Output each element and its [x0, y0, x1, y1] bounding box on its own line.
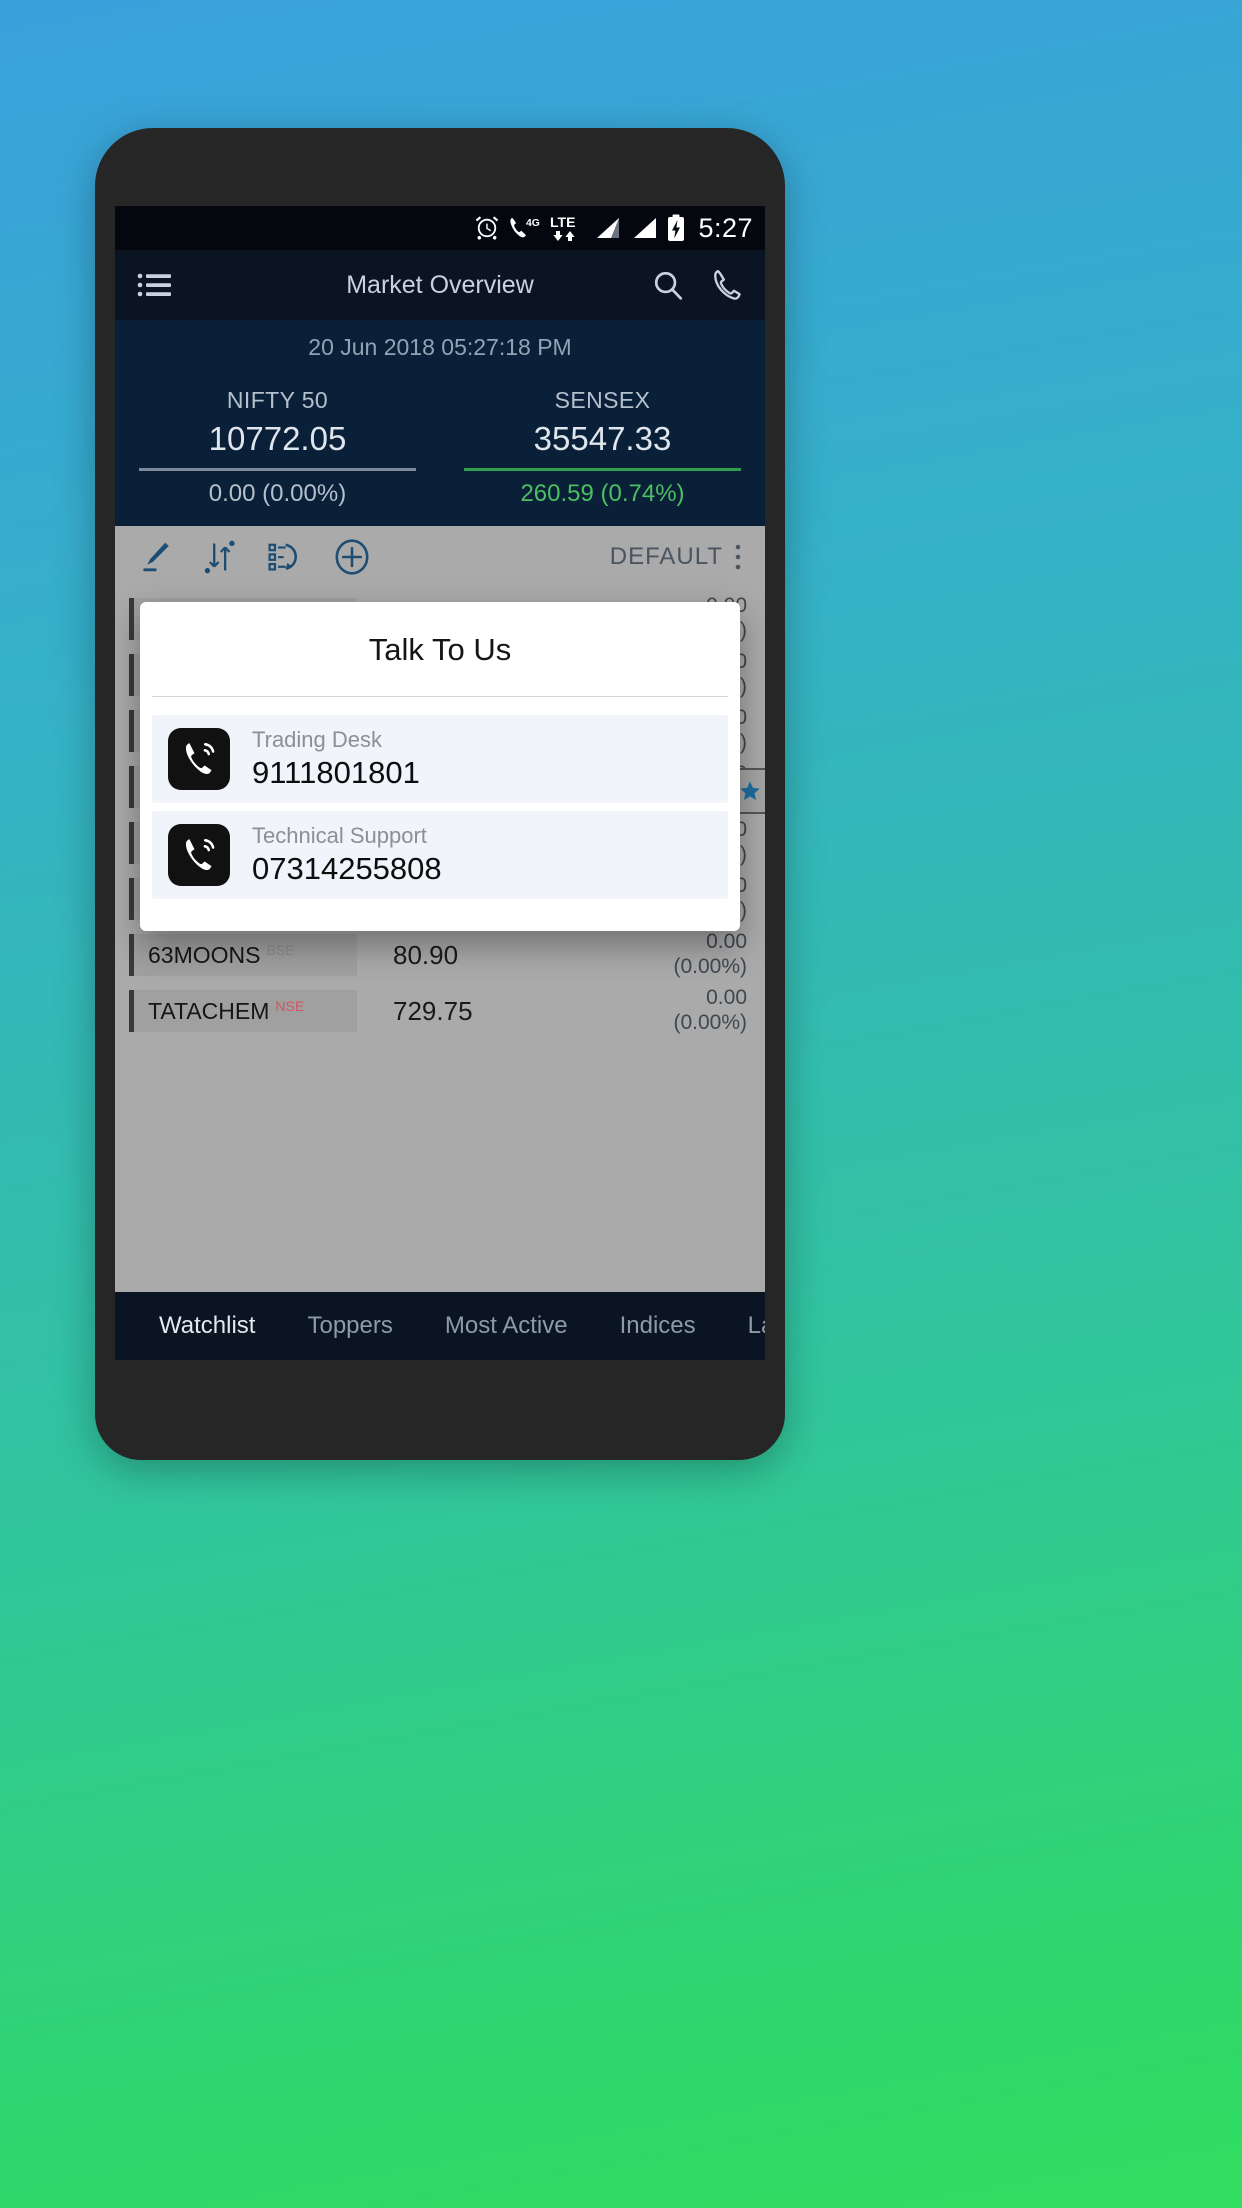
contact-label: Technical Support — [252, 823, 427, 848]
dialog-title: Talk To Us — [368, 632, 512, 667]
phone-icon[interactable] — [711, 268, 743, 302]
contact-label: Trading Desk — [252, 727, 383, 752]
contact-text-block: Trading Desk 9111801801 — [252, 727, 420, 791]
contact-text-block: Technical Support 07314255808 — [252, 823, 442, 887]
phone-ringing-icon — [168, 728, 230, 790]
contact-number: 9111801801 — [252, 755, 420, 790]
phone-ringing-icon — [168, 824, 230, 886]
talk-to-us-dialog: Talk To Us Trading Desk 9111801801 Techn… — [140, 602, 740, 931]
phone-screen: 4G LTE 5:27 Market Overview 20 Jun 2018 … — [115, 206, 765, 1360]
contact-item-trading-desk[interactable]: Trading Desk 9111801801 — [152, 715, 728, 803]
phone-device-frame: 4G LTE 5:27 Market Overview 20 Jun 2018 … — [95, 128, 785, 1460]
search-icon[interactable] — [651, 268, 685, 302]
dialog-divider — [152, 696, 728, 697]
contact-number: 07314255808 — [252, 851, 442, 886]
contact-item-technical-support[interactable]: Technical Support 07314255808 — [152, 811, 728, 899]
